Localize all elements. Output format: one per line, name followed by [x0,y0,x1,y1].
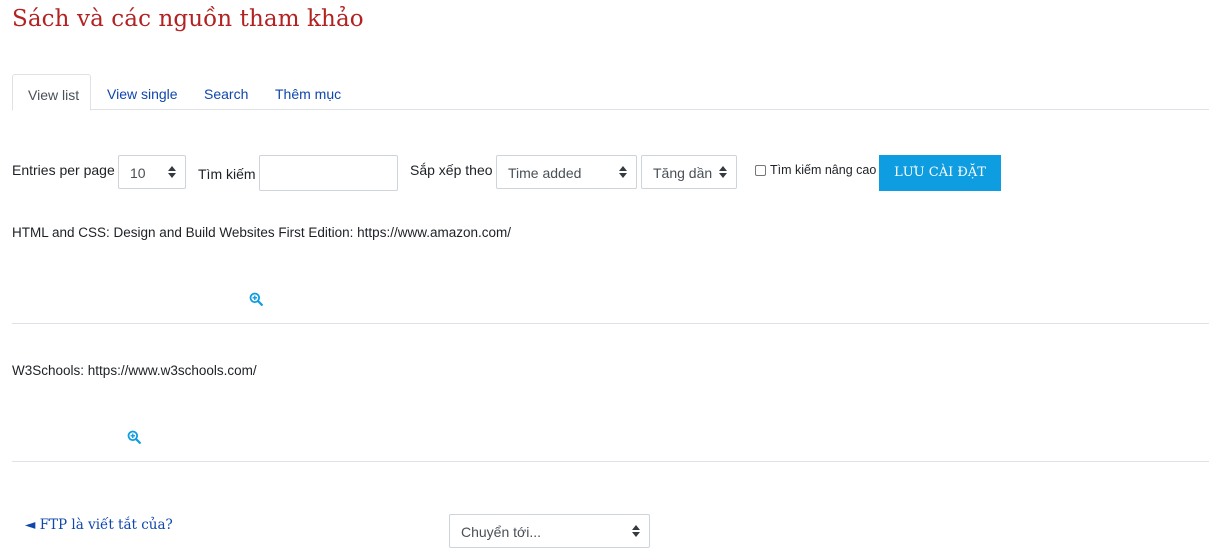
sort-order-value: Tăng dần [653,165,713,181]
save-settings-button[interactable]: LƯU CÀI ĐẶT [879,155,1001,191]
tab-add-entry[interactable]: Thêm mục [275,74,341,111]
sort-field-select[interactable]: Time added [496,155,637,189]
entries-per-page-value: 10 [130,165,146,181]
entry-item: HTML and CSS: Design and Build Websites … [12,225,511,240]
jump-to-select[interactable]: Chuyển tới... [449,514,650,548]
tab-view-single[interactable]: View single [107,74,178,111]
search-input[interactable] [259,155,398,191]
search-label: Tìm kiếm [198,166,256,182]
entry-item: W3Schools: https://www.w3schools.com/ [12,363,257,378]
select-arrows-icon [619,164,627,180]
entries-per-page-select[interactable]: 10 [118,155,186,189]
previous-activity-link[interactable]: ◄ FTP là viết tắt của? [25,517,173,533]
select-arrows-icon [168,164,176,180]
select-arrows-icon [719,164,727,180]
zoom-in-icon[interactable] [127,430,141,444]
sort-by-label: Sắp xếp theo [410,162,493,178]
tab-search[interactable]: Search [204,74,248,111]
entry-name: W3Schools: [12,363,85,378]
entry-url-link[interactable]: https://www.amazon.com/ [357,225,511,240]
sort-order-select[interactable]: Tăng dần [641,155,737,189]
zoom-in-icon[interactable] [249,292,263,306]
tab-bar: View list View single Search Thêm mục [12,74,1209,111]
entry-name: HTML and CSS: Design and Build Websites … [12,225,354,240]
page-title: Sách và các nguồn tham khảo [12,6,364,32]
entry-url-link[interactable]: https://www.w3schools.com/ [88,363,257,378]
advanced-search-label[interactable]: Tìm kiếm nâng cao [770,163,876,177]
advanced-search-checkbox[interactable] [755,165,766,176]
left-arrow-icon: ◄ [25,517,36,533]
entry-divider [12,461,1209,462]
jump-to-value: Chuyển tới... [461,524,541,540]
previous-activity-label: FTP là viết tắt của? [39,517,173,533]
entry-divider [12,323,1209,324]
entries-per-page-label: Entries per page [12,162,115,178]
sort-field-value: Time added [508,165,582,181]
tab-view-list[interactable]: View list [12,74,91,111]
select-arrows-icon [632,523,640,539]
